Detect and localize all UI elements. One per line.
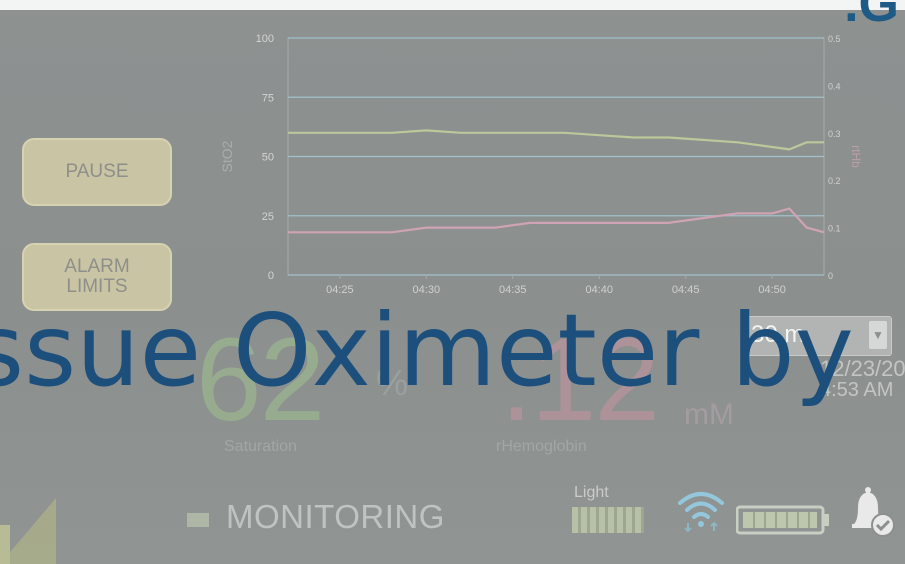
y2-tick-label: 0.2 — [828, 176, 841, 186]
battery-icon — [736, 505, 829, 535]
y-tick-label: 25 — [262, 211, 274, 223]
y-tick-label: 0 — [268, 270, 274, 282]
y-axis-label: StO2 — [219, 140, 235, 172]
y2-tick-label: 0 — [828, 271, 833, 281]
status-indicator — [187, 513, 209, 527]
pause-button[interactable]: PAUSE — [22, 138, 172, 206]
saturation-label: Saturation — [224, 438, 297, 455]
pause-button-label: PAUSE — [65, 161, 129, 183]
series-line-1 — [288, 207, 825, 234]
overlay-title: ssue Oximeter by — [0, 292, 854, 409]
screen: .G PAUSE ALARM LIMITS 0 25 50 75 100 0 0.1 0.2 0… — [0, 0, 905, 564]
light-level-bar — [572, 507, 644, 533]
light-label: Light — [574, 484, 609, 501]
status-text: MONITORING — [226, 498, 445, 535]
series-line-0 — [288, 129, 824, 151]
trend-chart: 0 25 50 75 100 0 0.1 0.2 0.3 0.4 0.5 04:25 04:30 04:3… — [210, 22, 870, 302]
alarm-limits-label: ALARM LIMITS — [64, 257, 129, 297]
y-tick-label: 50 — [262, 152, 274, 164]
y2-axis-label: rtHb — [849, 145, 863, 168]
y-tick-label: 75 — [262, 92, 274, 104]
top-strip — [0, 0, 905, 10]
y2-tick-label: 0.4 — [828, 81, 841, 91]
decorative-shape-edge — [0, 525, 10, 564]
alarm-bell-icon[interactable] — [844, 486, 900, 538]
y-tick-label: 100 — [256, 33, 274, 45]
trend-chart-svg: 025507510000.10.20.30.40.504:25 04:30 04:3… — [219, 33, 863, 296]
wifi-icon — [678, 492, 724, 533]
y2-tick-label: 0.3 — [828, 129, 841, 139]
y2-tick-label: 0.5 — [828, 34, 841, 44]
alarm-label-line1: ALARM — [64, 256, 130, 278]
dropdown-arrow-icon[interactable]: ▼ — [869, 321, 887, 349]
y2-tick-label: 0.1 — [828, 224, 841, 234]
hemoglobin-label: rHemoglobin — [496, 438, 587, 455]
